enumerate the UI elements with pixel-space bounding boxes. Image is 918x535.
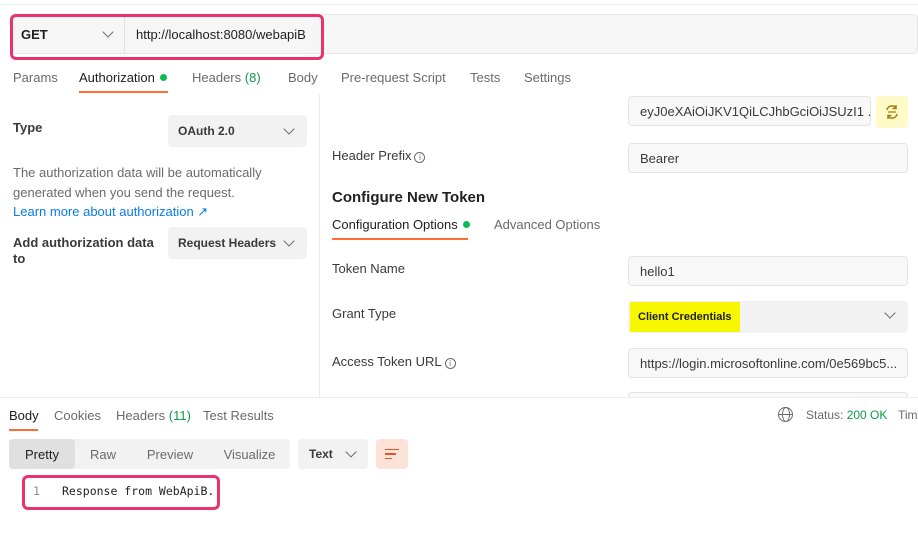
resp-tab-headers[interactable]: Headers (11) [116,408,191,423]
header-prefix-field[interactable]: Bearer [628,143,908,173]
chevron-down-icon [283,123,295,135]
response-body-text: Response from WebApiB. [62,484,215,498]
response-divider [0,397,918,398]
label-text: Access Token URL [332,354,442,369]
tab-label: Body [288,70,318,85]
tab-headers[interactable]: Headers (8) [192,70,261,85]
active-tab-underline [79,91,168,93]
token-name-field[interactable]: hello1 [628,256,908,286]
add-to-select[interactable]: Request Headers [168,227,307,259]
status-label: Status: [806,408,844,422]
tab-label: Pre-request Script [341,70,446,85]
grant-type-select[interactable]: Client Credentials [628,301,908,333]
auth-type-label: Type [13,120,43,135]
tab-pre-request-script[interactable]: Pre-request Script [341,70,446,85]
resp-tab-test-results[interactable]: Test Results [203,408,274,423]
tab-label: Test Results [203,408,274,423]
format-value: Text [309,447,333,461]
view-pretty-button[interactable]: Pretty [9,439,75,469]
tab-label: Headers [116,408,166,423]
format-select[interactable]: Text [298,439,368,469]
tab-label: Configuration Options [332,217,458,232]
tab-body[interactable]: Body [288,70,318,85]
resp-tab-cookies[interactable]: Cookies [54,408,101,423]
request-tabs: Params Authorization Headers (8) Body Pr… [0,62,918,94]
tab-label: Authorization [79,70,155,85]
info-icon: i [444,358,456,369]
view-visualize-button[interactable]: Visualize [209,439,290,469]
wrap-lines-button[interactable] [376,439,408,469]
access-token-field[interactable]: eyJ0eXAiOiJKV1QiLCJhbGciOiJSUzI1 ... [628,96,871,126]
sync-icon [886,105,898,119]
auth-type-value: OAuth 2.0 [178,124,235,138]
tab-settings[interactable]: Settings [524,70,571,85]
top-divider [0,0,918,5]
view-preview-button[interactable]: Preview [131,439,209,469]
wrap-icon [385,448,399,451]
status-value: 200 OK [846,408,888,422]
label-text: Header Prefix [332,148,412,163]
header-prefix-label: Header Prefix i [332,148,426,163]
tab-configuration-options[interactable]: Configuration Options [332,217,470,232]
tab-params[interactable]: Params [13,70,58,85]
tab-authorization[interactable]: Authorization [79,70,167,85]
grant-type-value: Client Credentials [630,302,740,332]
active-dot-icon [462,221,470,228]
auth-description: The authorization data will be automatic… [13,165,262,200]
add-to-label: Add authorization data to [13,235,154,266]
active-tab-underline [332,238,468,240]
time-label: Tim [898,408,918,422]
auth-type-select[interactable]: OAuth 2.0 [168,115,307,147]
chevron-down-icon [884,307,896,319]
wrap-icon [385,457,392,460]
add-to-value: Request Headers [178,236,277,250]
sync-token-button[interactable] [876,96,908,128]
access-token-url-label: Access Token URL i [332,354,456,369]
chevron-down-icon [102,26,114,38]
view-raw-button[interactable]: Raw [75,439,131,469]
url-input[interactable]: http://localhost:8080/webapiB [125,27,315,42]
panel-divider [319,94,320,397]
grant-type-label: Grant Type [332,306,397,321]
tab-label: Tests [470,70,501,85]
learn-more-link[interactable]: Learn more about authorization ↗ [13,204,208,220]
method-label: GET [21,26,48,42]
method-select[interactable]: GET [11,15,125,53]
tab-label: Cookies [54,408,101,423]
tab-label: Headers [192,70,242,85]
resp-tab-body[interactable]: Body [9,408,39,423]
tab-label: Body [9,408,39,423]
tab-count: (11) [168,408,191,423]
line-number: 1 [33,484,40,498]
view-mode-group: Pretty Raw Preview Visualize [9,439,290,469]
active-tab-underline [9,429,38,431]
active-dot-icon [159,74,167,81]
chevron-down-icon [345,446,357,458]
tab-label: Settings [524,70,571,85]
tab-tests[interactable]: Tests [470,70,500,85]
status-readout: Status: 200 OK [806,408,887,422]
globe-icon[interactable] [778,407,793,422]
access-token-url-field[interactable]: https://login.microsoftonline.com/0e569b… [628,348,908,378]
token-name-label: Token Name [332,261,405,276]
chevron-down-icon [283,235,295,247]
wrap-icon [385,453,396,455]
info-icon: i [414,152,426,163]
tab-count: (8) [244,70,261,85]
request-url-bar: GET http://localhost:8080/webapiB [10,14,918,54]
tab-advanced-options[interactable]: Advanced Options [494,217,600,232]
configure-token-title: Configure New Token [332,189,486,206]
tab-label: Advanced Options [494,217,601,232]
tab-label: Params [13,70,58,85]
